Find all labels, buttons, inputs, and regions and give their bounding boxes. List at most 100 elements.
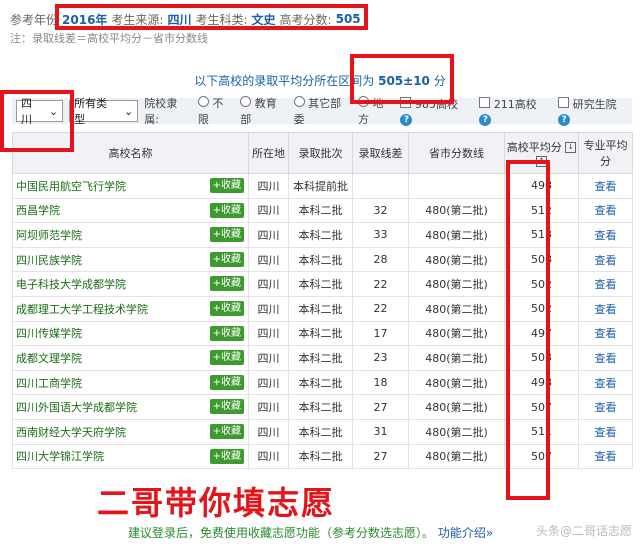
location-cell: 四川: [248, 271, 289, 297]
type-select-value: 所有类型: [74, 97, 108, 126]
favorite-button[interactable]: +收藏: [209, 276, 244, 292]
view-link[interactable]: 查看: [578, 443, 633, 470]
view-link[interactable]: 查看: [578, 222, 633, 248]
diff-cell: 31: [352, 418, 409, 445]
location-cell: 四川: [248, 418, 289, 445]
col-diff: 录取线差: [352, 132, 409, 174]
type-select[interactable]: 所有类型 ⌄: [69, 97, 139, 126]
line-cell: 480(第二批): [408, 222, 505, 248]
view-link[interactable]: 查看: [578, 394, 633, 420]
school-name[interactable]: 四川外国语大学成都学院 +收藏: [12, 394, 249, 420]
view-link[interactable]: 查看: [578, 418, 633, 445]
line-cell: 480(第二批): [408, 443, 505, 470]
school-name[interactable]: 成都文理学院 +收藏: [12, 345, 249, 371]
line-cell: 480(第二批): [408, 345, 505, 371]
affiliation-label: 院校隶属:: [144, 97, 178, 126]
chevron-down-icon: ⌄: [124, 104, 134, 118]
school-name[interactable]: 四川大学锦江学院 +收藏: [12, 443, 249, 470]
col-location: 所在地: [248, 132, 289, 174]
view-link[interactable]: 查看: [578, 246, 633, 273]
sort-down-icon: ↓: [565, 142, 577, 153]
batch-cell: 本科二批: [288, 369, 353, 396]
line-cell: 480(第二批): [408, 394, 505, 420]
school-name[interactable]: 成都理工大学工程技术学院 +收藏: [12, 295, 249, 322]
view-link[interactable]: 查看: [578, 197, 633, 224]
favorite-button[interactable]: +收藏: [209, 448, 244, 464]
line-cell: 480(第二批): [408, 320, 505, 347]
school-name[interactable]: 电子科技大学成都学院 +收藏: [12, 271, 249, 297]
diff-cell: 27: [352, 394, 409, 420]
help-icon: ?: [400, 114, 413, 126]
location-cell: 四川: [248, 369, 289, 396]
diff-cell: 17: [352, 320, 409, 347]
view-link[interactable]: 查看: [578, 173, 633, 199]
radio-any[interactable]: 不限: [197, 95, 234, 127]
school-name[interactable]: 中国民用航空飞行学院 +收藏: [12, 173, 249, 199]
ref-year-label: 参考年份: [10, 12, 59, 27]
batch-cell: 本科二批: [288, 222, 353, 248]
help-icon: ?: [479, 114, 492, 126]
range-info-text: 以下高校的录取平均分所在区间为: [194, 74, 375, 88]
footer: 建议登录后，免费使用收藏志愿功能（参考分数选志愿）。 功能介绍»: [128, 524, 493, 541]
school-name[interactable]: 西南财经大学天府学院 +收藏: [12, 418, 249, 445]
view-link[interactable]: 查看: [578, 345, 633, 371]
line-cell: 480(第二批): [408, 197, 505, 224]
view-link[interactable]: 查看: [578, 369, 633, 396]
favorite-button[interactable]: +收藏: [209, 202, 244, 218]
school-name[interactable]: 四川民族学院 +收藏: [12, 246, 249, 273]
diff-cell: 32: [352, 197, 409, 224]
note-text: 注：录取线差＝高校平均分－省市分数线: [10, 32, 208, 45]
view-link[interactable]: 查看: [578, 320, 633, 347]
batch-cell: 本科二批: [288, 271, 353, 297]
highlight-box-province: [0, 90, 74, 152]
batch-cell: 本科二批: [288, 394, 353, 420]
favorite-button[interactable]: +收藏: [209, 227, 244, 243]
diff-cell: 28: [352, 246, 409, 273]
col-line: 省市分数线: [408, 132, 505, 174]
line-cell: 480(第二批): [408, 246, 505, 273]
radio-other-ministries[interactable]: 其它部委: [293, 95, 352, 127]
diff-cell: 27: [352, 443, 409, 470]
view-link[interactable]: 查看: [578, 295, 633, 322]
school-name[interactable]: 四川工商学院 +收藏: [12, 369, 249, 396]
favorite-button[interactable]: +收藏: [209, 350, 244, 366]
line-cell: 480(第二批): [408, 295, 505, 322]
favorite-button[interactable]: +收藏: [209, 399, 244, 415]
feature-intro-link[interactable]: 功能介绍»: [438, 526, 493, 540]
check-grad-school[interactable]: 研究生院 ?: [558, 96, 632, 126]
batch-cell: 本科二批: [288, 295, 353, 322]
favorite-button[interactable]: +收藏: [209, 300, 244, 316]
line-cell: 480(第二批): [408, 271, 505, 297]
location-cell: 四川: [248, 394, 289, 420]
favorite-button[interactable]: +收藏: [209, 423, 244, 439]
col-major-avg: 专业平均分: [578, 132, 633, 174]
school-name[interactable]: 四川传媒学院 +收藏: [12, 320, 249, 347]
check-211[interactable]: 211高校 ?: [479, 96, 552, 126]
footer-text: 建议登录后，免费使用收藏志愿功能（参考分数选志愿）。: [128, 526, 435, 540]
batch-cell: 本科二批: [288, 443, 353, 470]
location-cell: 四川: [248, 345, 289, 371]
watermark: 头条@二哥话志愿: [535, 524, 632, 538]
favorite-button[interactable]: +收藏: [209, 374, 244, 390]
batch-cell: 本科二批: [288, 345, 353, 371]
batch-cell: 本科二批: [288, 197, 353, 224]
school-name[interactable]: 阿坝师范学院 +收藏: [12, 222, 249, 248]
diff-cell: 22: [352, 295, 409, 322]
school-name[interactable]: 西昌学院 +收藏: [12, 197, 249, 224]
favorite-button[interactable]: +收藏: [209, 251, 244, 267]
line-cell: [408, 173, 505, 199]
batch-cell: 本科二批: [288, 246, 353, 273]
highlight-box-header: [55, 4, 368, 30]
diff-cell: 18: [352, 369, 409, 396]
diff-cell: 22: [352, 271, 409, 297]
favorite-button[interactable]: +收藏: [209, 325, 244, 341]
diff-cell: [352, 173, 409, 199]
help-icon: ?: [558, 114, 571, 126]
location-cell: 四川: [248, 173, 289, 199]
radio-moe[interactable]: 教育部: [240, 95, 287, 127]
favorite-button[interactable]: +收藏: [209, 178, 244, 193]
view-link[interactable]: 查看: [578, 271, 633, 297]
location-cell: 四川: [248, 443, 289, 470]
col-batch: 录取批次: [288, 132, 353, 174]
location-cell: 四川: [248, 320, 289, 347]
